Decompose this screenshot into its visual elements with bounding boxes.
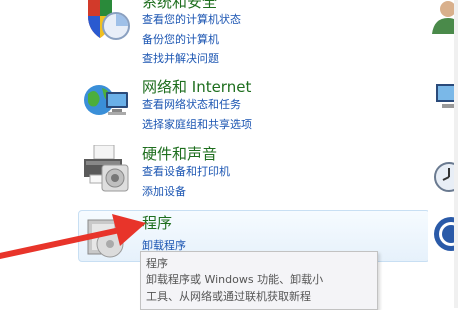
tooltip-line-2: 工具、从网络或通过联机获取新程	[146, 290, 311, 303]
tooltip-line-1: 卸载程序或 Windows 功能、卸载小	[146, 273, 324, 286]
programs-tooltip: 程序 卸载程序或 Windows 功能、卸载小 工具、从网络或通过联机获取新程	[140, 251, 378, 310]
red-arrow-annotation	[0, 214, 146, 259]
scrollbar-edge[interactable]	[454, 0, 458, 308]
